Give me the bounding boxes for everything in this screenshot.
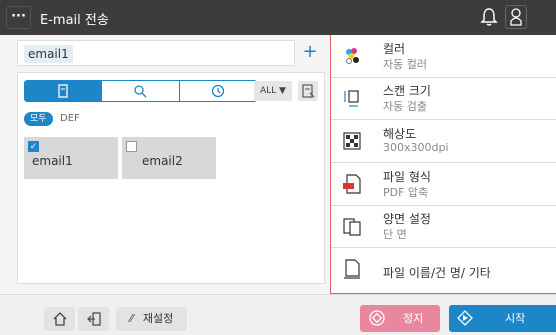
checkbox-checked[interactable]: ✓ xyxy=(28,141,39,152)
bottom-bar: ⁄⁄ 재설정 정지 시작 xyxy=(0,294,556,335)
sort-dropdown[interactable]: ALL ▼ xyxy=(254,81,292,101)
view-tabs xyxy=(24,80,257,102)
book-detail-icon xyxy=(302,84,315,98)
list-item[interactable]: ✓ email1 xyxy=(24,137,118,179)
filter-all[interactable]: 모두 xyxy=(24,112,53,126)
setting-duplex[interactable]: 양면 설정 단 면 xyxy=(331,206,556,248)
stop-icon xyxy=(369,310,385,326)
bell-icon[interactable] xyxy=(480,7,498,27)
setting-value: 단 면 xyxy=(383,228,407,241)
stop-button[interactable]: 정지 xyxy=(360,305,440,332)
setting-title: 파일 형식 xyxy=(383,170,431,184)
scan-size-icon xyxy=(344,90,359,107)
add-destination-button[interactable]: + xyxy=(297,40,323,66)
address-book-panel: ALL ▼ 모두 DEF ✓ email1 email2 xyxy=(17,72,325,284)
address-book-detail-button[interactable] xyxy=(298,81,318,101)
logout-icon xyxy=(86,312,101,326)
entry-label: email1 xyxy=(32,154,73,168)
start-icon xyxy=(457,310,473,326)
tab-search[interactable] xyxy=(102,81,180,101)
tab-history[interactable] xyxy=(180,81,256,101)
setting-value: 자동 검출 xyxy=(383,100,427,113)
file-format-icon xyxy=(343,174,361,194)
setting-resolution[interactable]: 해상도 300x300dpi xyxy=(331,120,556,163)
settings-panel: 컬러 자동 컬러 스캔 크기 자동 검출 해상도 300x300dpi 파일 형… xyxy=(330,35,556,294)
home-icon xyxy=(53,312,66,326)
color-icon xyxy=(346,48,359,64)
duplex-icon xyxy=(343,218,361,236)
file-name-icon xyxy=(344,259,360,279)
clock-icon xyxy=(211,84,224,98)
eraser-icon: ⁄⁄ xyxy=(129,312,134,325)
reset-label: 재설정 xyxy=(142,312,174,325)
setting-title: 해상도 xyxy=(383,127,417,141)
top-bar: ··· E-mail 전송 xyxy=(0,0,556,35)
filter-def[interactable]: DEF xyxy=(60,112,80,126)
book-icon xyxy=(58,84,68,98)
page-title: E-mail 전송 xyxy=(40,13,109,28)
checkbox[interactable] xyxy=(126,141,137,152)
setting-value: 자동 컬러 xyxy=(383,58,427,71)
logout-button[interactable] xyxy=(78,307,109,331)
setting-title: 파일 이름/건 명/ 기타 xyxy=(383,266,491,280)
setting-scan-size[interactable]: 스캔 크기 자동 검출 xyxy=(331,78,556,120)
destination-field[interactable]: email1 xyxy=(17,40,295,66)
setting-file-name[interactable]: 파일 이름/건 명/ 기타 xyxy=(331,248,556,293)
setting-file-format[interactable]: 파일 형식 PDF 압축 xyxy=(331,163,556,206)
tab-address-book[interactable] xyxy=(25,81,103,101)
setting-color[interactable]: 컬러 자동 컬러 xyxy=(331,35,556,78)
setting-value: 300x300dpi xyxy=(383,141,449,154)
setting-title: 컬러 xyxy=(383,42,406,56)
stop-label: 정지 xyxy=(403,312,424,325)
entry-label: email2 xyxy=(142,154,183,168)
reset-button[interactable]: ⁄⁄ 재설정 xyxy=(116,307,187,331)
start-button[interactable]: 시작 xyxy=(449,305,556,332)
start-label: 시작 xyxy=(505,312,526,325)
destination-chip[interactable]: email1 xyxy=(24,45,73,63)
setting-value: PDF 압축 xyxy=(383,186,429,199)
cloud-icon[interactable] xyxy=(505,5,527,29)
setting-title: 양면 설정 xyxy=(383,212,431,226)
setting-title: 스캔 크기 xyxy=(383,84,431,98)
search-icon xyxy=(134,85,147,98)
menu-button[interactable]: ··· xyxy=(6,6,31,29)
list-item[interactable]: email2 xyxy=(122,137,216,179)
home-button[interactable] xyxy=(44,307,75,331)
resolution-icon xyxy=(343,132,361,150)
